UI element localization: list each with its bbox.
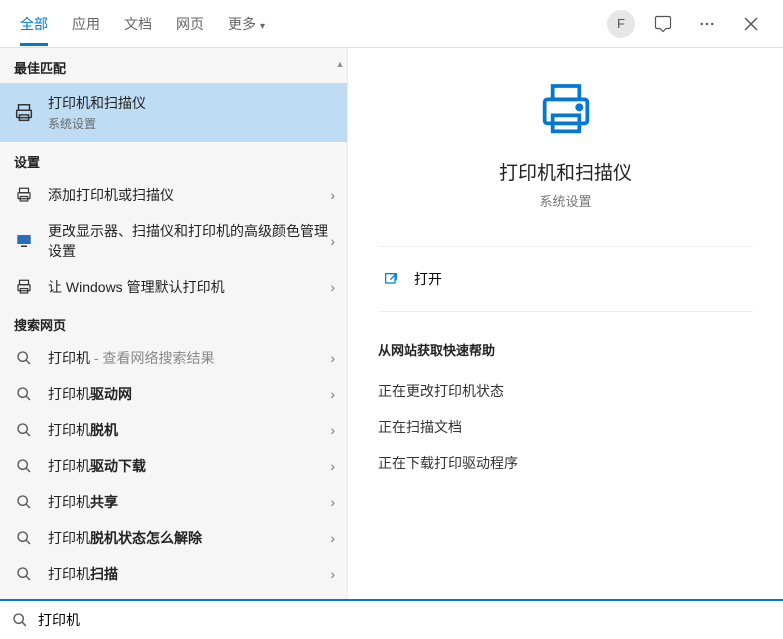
tab-more[interactable]: 更多▾: [216, 2, 277, 46]
search-icon: [12, 350, 36, 366]
help-header: 从网站获取快速帮助: [378, 340, 753, 359]
scroll-up-icon[interactable]: ▴: [333, 53, 347, 75]
chevron-right-icon: ›: [330, 187, 335, 203]
open-action[interactable]: 打开: [378, 259, 753, 299]
tab-docs[interactable]: 文档: [112, 2, 164, 46]
result-subtitle: 系统设置: [48, 115, 335, 132]
more-icon[interactable]: [691, 8, 723, 40]
result-title: 打印机和扫描仪: [48, 93, 335, 113]
search-icon: [12, 386, 36, 402]
web-result[interactable]: 打印机扫描›: [0, 556, 347, 592]
settings-result[interactable]: 让 Windows 管理默认打印机›: [0, 269, 347, 305]
search-icon: [12, 530, 36, 546]
chevron-right-icon: ›: [330, 386, 335, 402]
chevron-right-icon: ›: [330, 422, 335, 438]
settings-item-icon: [12, 186, 36, 204]
web-result[interactable]: 打印机驱动下载›: [0, 448, 347, 484]
results-panel: ▴ 最佳匹配 打印机和扫描仪 系统设置 设置 添加打印机或扫描仪›更改显示器、扫…: [0, 48, 348, 599]
settings-item-icon: [12, 278, 36, 296]
web-result[interactable]: 打印机脱机›: [0, 412, 347, 448]
result-title: 打印机扫描: [48, 564, 330, 584]
result-title: 打印机驱动网: [48, 384, 330, 404]
chevron-right-icon: ›: [330, 494, 335, 510]
preview-title: 打印机和扫描仪: [499, 158, 632, 185]
chevron-right-icon: ›: [330, 350, 335, 366]
search-icon: [12, 422, 36, 438]
chevron-right-icon: ›: [330, 279, 335, 295]
tab-all[interactable]: 全部: [8, 2, 60, 46]
printer-large-icon: [534, 78, 598, 142]
result-title: 让 Windows 管理默认打印机: [48, 277, 330, 297]
section-settings: 设置: [0, 142, 347, 177]
feedback-icon[interactable]: [647, 8, 679, 40]
result-title: 打印机脱机状态怎么解除: [48, 528, 330, 548]
tab-apps[interactable]: 应用: [60, 2, 112, 46]
result-title: 打印机共享: [48, 492, 330, 512]
result-title: 更改显示器、扫描仪和打印机的高级颜色管理设置: [48, 221, 330, 261]
close-icon[interactable]: [735, 8, 767, 40]
search-input[interactable]: [38, 612, 771, 628]
chevron-right-icon: ›: [330, 233, 335, 249]
web-result[interactable]: 打印机驱动网›: [0, 376, 347, 412]
result-title: 打印机 - 查看网络搜索结果: [48, 348, 330, 368]
open-icon: [382, 271, 400, 287]
avatar[interactable]: F: [607, 10, 635, 38]
help-link[interactable]: 正在扫描文档: [378, 409, 753, 445]
preview-panel: 打印机和扫描仪 系统设置 打开 从网站获取快速帮助 正在更改打印机状态正在扫描文…: [348, 48, 783, 599]
web-result[interactable]: 打印机 - 查看网络搜索结果›: [0, 340, 347, 376]
search-icon: [12, 458, 36, 474]
printer-icon: [12, 102, 36, 124]
chevron-right-icon: ›: [330, 458, 335, 474]
search-icon: [12, 612, 28, 628]
tab-web[interactable]: 网页: [164, 2, 216, 46]
result-title: 打印机脱机: [48, 420, 330, 440]
web-result[interactable]: 打印机共享›: [0, 484, 347, 520]
section-web: 搜索网页: [0, 305, 347, 340]
help-link[interactable]: 正在更改打印机状态: [378, 373, 753, 409]
search-icon: [12, 566, 36, 582]
settings-result[interactable]: 添加打印机或扫描仪›: [0, 177, 347, 213]
settings-item-icon: [12, 232, 36, 250]
section-best-match: 最佳匹配: [0, 48, 347, 83]
chevron-right-icon: ›: [330, 566, 335, 582]
result-best-match[interactable]: 打印机和扫描仪 系统设置: [0, 83, 347, 142]
divider: [378, 311, 753, 312]
chevron-down-icon: ▾: [260, 21, 265, 32]
result-title: 打印机驱动下载: [48, 456, 330, 476]
tabs-bar: 全部 应用 文档 网页 更多▾ F: [0, 0, 783, 48]
open-label: 打开: [414, 269, 442, 289]
help-link[interactable]: 正在下载打印驱动程序: [378, 445, 753, 481]
settings-result[interactable]: 更改显示器、扫描仪和打印机的高级颜色管理设置›: [0, 213, 347, 269]
divider: [378, 246, 753, 247]
chevron-right-icon: ›: [330, 530, 335, 546]
web-result[interactable]: 打印机脱机状态怎么解除›: [0, 520, 347, 556]
result-title: 添加打印机或扫描仪: [48, 185, 330, 205]
search-icon: [12, 494, 36, 510]
search-bar[interactable]: [0, 599, 783, 639]
preview-subtitle: 系统设置: [539, 191, 591, 210]
